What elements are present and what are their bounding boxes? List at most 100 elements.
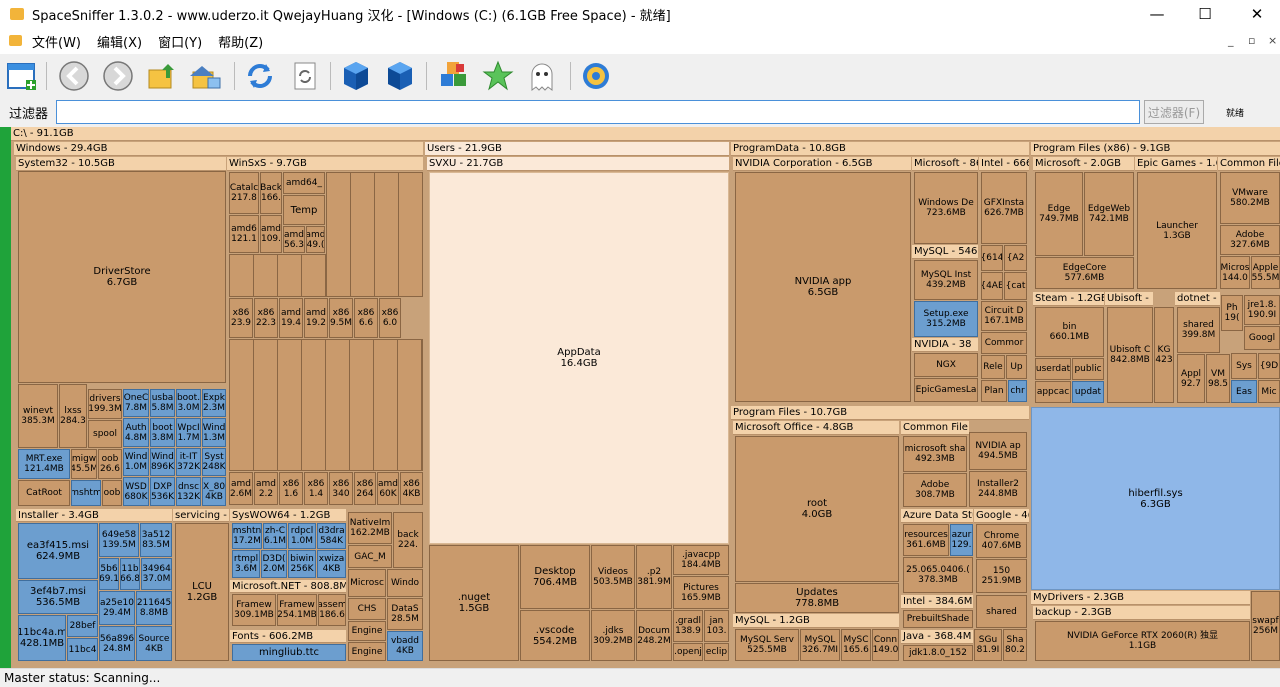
wind1-tile[interactable]: Wind 1.0M (123, 448, 149, 476)
x86-14-tile[interactable]: x86 1.4 (304, 472, 328, 505)
appdata-tile[interactable]: AppData 16.4GB (429, 172, 729, 544)
ubisoft-header[interactable]: Ubisoft - I (1105, 292, 1153, 306)
nvidia-driver-tile[interactable]: NVIDIA GeForce RTX 2060(R) 独显 1.1GB (1035, 621, 1250, 661)
svxu-header[interactable]: SVXU - 21.7GB (427, 157, 729, 171)
micros-tile[interactable]: Micros 144.0 (1220, 256, 1250, 289)
x86-264-tile[interactable]: x86 264 (354, 472, 376, 505)
catroot-tile[interactable]: CatRoot (18, 480, 70, 506)
mdi-minimize-button[interactable]: _ (1228, 34, 1234, 47)
dotnet-header[interactable]: dotnet - (1175, 292, 1220, 306)
vmware-tile[interactable]: VMware 580.2MB (1220, 172, 1280, 224)
hiberfil-tile[interactable]: hiberfil.sys 6.3GB (1031, 407, 1280, 590)
appl-tile[interactable]: Appl 92.7 (1177, 354, 1205, 403)
msi4-tile[interactable]: 649e58 139.5M (99, 523, 139, 557)
resources-tile[interactable]: resources 361.6MB (903, 524, 949, 556)
prebuilt-tile[interactable]: PrebuiltShade (903, 610, 973, 628)
assembly-tile[interactable]: assem 186.6 (318, 594, 346, 626)
x86-95-tile[interactable]: x86 9.5M (329, 298, 353, 338)
microsoft-net-header[interactable]: Microsoft.NET - 808.8MI (230, 580, 346, 593)
steam-bin-tile[interactable]: bin 660.1MB (1035, 307, 1104, 357)
x86-4k-tile[interactable]: x86 4KB (400, 472, 423, 505)
framework2-tile[interactable]: Framew 254.1MB (277, 594, 317, 626)
apple-tile[interactable]: Apple 55.5M (1251, 256, 1280, 289)
mysql2-tile[interactable]: MySQL 326.7MI (800, 629, 840, 661)
g150-tile[interactable]: 150 251.9MB (976, 559, 1027, 593)
nvidia-corp-header[interactable]: NVIDIA Corporation - 6.5GB (733, 157, 911, 171)
amd64-tile[interactable]: amd64_ (283, 172, 325, 194)
desktop-tile[interactable]: Desktop 706.4MB (520, 545, 590, 609)
office-header[interactable]: Microsoft Office - 4.8GB (733, 421, 899, 435)
sha-tile[interactable]: Sha 80.2 (1003, 629, 1027, 661)
close-button[interactable]: ✕ (1234, 0, 1280, 28)
java-header[interactable]: Java - 368.4M (901, 630, 973, 644)
dxp-tile[interactable]: DXP 536K (150, 477, 175, 506)
up-folder-icon[interactable] (146, 60, 178, 92)
root-header[interactable]: C:\ - 91.1GB (11, 127, 1280, 141)
cube-alt-icon[interactable] (384, 60, 416, 92)
chr-tile[interactable]: chr (1008, 380, 1027, 402)
rescan-icon[interactable] (290, 60, 322, 92)
xwiza-tile[interactable]: xwiza 4KB (317, 550, 346, 578)
epicgames-tile[interactable]: EpicGamesLa (914, 378, 978, 402)
migw-tile[interactable]: migw 45.5M (71, 449, 97, 479)
sys-tile[interactable]: Sys (1231, 353, 1257, 379)
programfilesx86-header[interactable]: Program Files (x86) - 9.1GB (1031, 142, 1280, 156)
pd-nvidia-header[interactable]: NVIDIA - 38 (912, 338, 978, 352)
winsxs-grid-c[interactable] (229, 339, 423, 471)
lcu-tile[interactable]: LCU 1.2GB (175, 523, 229, 661)
system32-header[interactable]: System32 - 10.5GB (16, 157, 226, 171)
x86-340-tile[interactable]: x86 340 (329, 472, 353, 505)
msi5-tile[interactable]: 3a512 83.5M (140, 523, 172, 557)
b63-tile[interactable]: 34964 37.0M (141, 558, 172, 590)
gac-tile[interactable]: GAC_M (348, 545, 392, 568)
d3dr-tile[interactable]: d3dra 584K (317, 523, 346, 549)
servicing-header[interactable]: servicing - 1 (173, 509, 229, 522)
rdpclip-tile[interactable]: rdpcl 1.0M (288, 523, 316, 549)
treemap[interactable]: C:\ - 91.1GB Windows - 29.4GB System32 -… (0, 127, 1280, 668)
drivers-tile[interactable]: drivers 199.3M (88, 389, 122, 419)
syswow-header[interactable]: SysWOW64 - 1.2GB (230, 509, 346, 522)
eas-tile[interactable]: Eas (1231, 380, 1257, 403)
back-icon[interactable] (58, 60, 90, 92)
mysqlc-tile[interactable]: MySC 165.6 (841, 629, 871, 661)
azure-tile[interactable]: azur 129. (950, 524, 973, 556)
programdata-header[interactable]: ProgramData - 10.8GB (731, 142, 1029, 156)
jdk-tile[interactable]: jdk1.8.0_152 (903, 645, 973, 661)
google-header[interactable]: Google - 4( (974, 509, 1029, 523)
zhc-tile[interactable]: zh-C 6.1M (263, 523, 287, 549)
catalog-tile[interactable]: Catalc 217.8 (229, 172, 259, 214)
menu-window[interactable]: 窗口(Y) (158, 32, 202, 51)
syst-tile[interactable]: Syst 248K (202, 448, 226, 476)
pf-intel-header[interactable]: Intel - 384.6M (901, 595, 973, 609)
pf-adobe-tile[interactable]: Adobe 308.7MB (903, 473, 967, 507)
d3d-tile[interactable]: D3D(2.0M (261, 550, 287, 578)
users-header[interactable]: Users - 21.9GB (425, 142, 729, 156)
windows-defender-tile[interactable]: Windows De 723.6MB (914, 172, 978, 244)
msi6-tile[interactable]: a25e10 29.4M (99, 591, 135, 625)
backup-folder-tile[interactable]: back 224. (393, 512, 423, 568)
guida2-tile[interactable]: {A2 (1004, 245, 1027, 271)
jdks-tile[interactable]: .jdks 309.2MB (591, 610, 635, 661)
windows-header[interactable]: Windows - 29.4GB (14, 142, 423, 156)
ghost-icon[interactable] (526, 60, 558, 92)
amd563-tile[interactable]: amd 56.3 (283, 226, 305, 253)
b62-tile[interactable]: 11b 66.8 (120, 558, 140, 590)
msi1-tile[interactable]: ea3f415.msi 624.9MB (18, 523, 98, 579)
maximize-button[interactable]: ☐ (1182, 0, 1228, 28)
guidcat-tile[interactable]: {cat (1004, 272, 1027, 300)
msi7-tile[interactable]: 211645 8.8MB (136, 591, 172, 625)
refresh-icon[interactable] (244, 60, 276, 92)
b11-tile[interactable]: 11bc4 (67, 638, 98, 661)
mysql-server-tile[interactable]: MySQL Serv 525.5MB (735, 629, 799, 661)
x86-60-tile[interactable]: x86 6.0 (379, 298, 401, 338)
amd192-tile[interactable]: amd 19.2 (304, 298, 328, 338)
wpc-tile[interactable]: WpcI 1.7M (176, 418, 201, 447)
menu-file[interactable]: 文件(W) (32, 32, 81, 51)
guid614-tile[interactable]: {614 (981, 245, 1003, 271)
mrt-tile[interactable]: MRT.exe 121.4MB (18, 449, 70, 479)
mic-tile[interactable]: Mic (1258, 380, 1280, 403)
framework1-tile[interactable]: Framew 309.1MB (232, 594, 276, 626)
gear-icon[interactable] (580, 60, 612, 92)
azure-header[interactable]: Azure Data Stu (901, 509, 973, 523)
minimize-button[interactable]: — (1134, 0, 1180, 28)
